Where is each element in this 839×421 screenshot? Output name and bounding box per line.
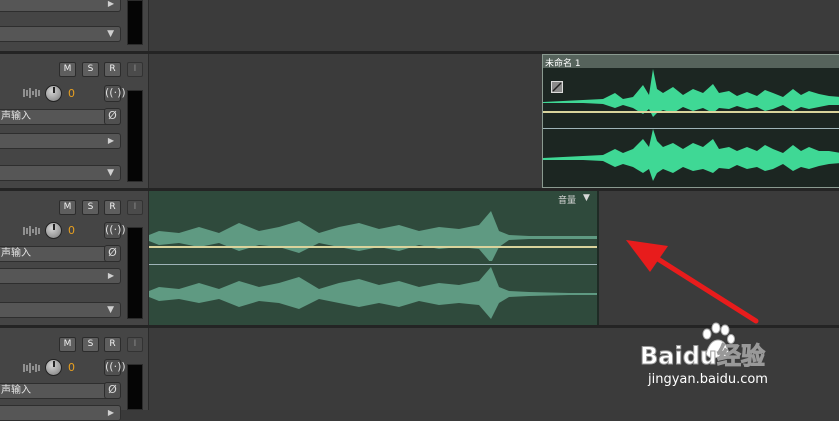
solo-button[interactable]: S (82, 200, 99, 215)
track-0-lane[interactable] (149, 0, 839, 51)
track-0-bus-select[interactable]: ▼ (0, 26, 121, 42)
waveform-channel-right (149, 267, 597, 319)
track-2-output-select[interactable]: ▶ (0, 268, 121, 284)
track-1-header: M S R I 0 ((·)) 声输入▶ Ø ▶ ▼ (0, 54, 149, 188)
play-arrow-icon: ▶ (107, 136, 114, 145)
input-label: 声输入 (1, 111, 31, 122)
track-1: M S R I 0 ((·)) 声输入▶ Ø ▶ ▼ 未命名 1 (0, 54, 839, 188)
volume-icon (23, 88, 40, 98)
track-1-input-select[interactable]: 声输入▶ (0, 109, 121, 125)
record-button[interactable]: R (104, 62, 121, 77)
track-0-output-select[interactable]: ▶ (0, 0, 121, 12)
volume-icon (23, 226, 40, 236)
mute-button[interactable]: M (59, 200, 76, 215)
volume-value[interactable]: 0 (68, 361, 75, 374)
record-button[interactable]: R (104, 337, 121, 352)
track-1-level-meter (127, 90, 143, 182)
mute-button[interactable]: M (59, 62, 76, 77)
track-2-bus-select[interactable]: ▼ (0, 302, 121, 318)
play-arrow-icon: ▶ (107, 0, 114, 8)
volume-knob[interactable] (45, 85, 62, 102)
record-button[interactable]: R (104, 200, 121, 215)
track-2-header: M S R I 0 ((·)) 声输入▶ Ø ▶ ▼ (0, 191, 149, 325)
track-2-input-select[interactable]: 声输入▶ (0, 246, 121, 262)
watermark-brand: Baidu经验 (640, 342, 766, 371)
input-label: 声输入 (1, 248, 31, 259)
input-monitor-button[interactable]: I (127, 200, 143, 215)
volume-value[interactable]: 0 (68, 224, 75, 237)
waveform-channel-right (543, 129, 839, 181)
track-3-level-meter (127, 364, 143, 410)
input-monitor-button[interactable]: I (127, 337, 143, 352)
waveform-channel-left (543, 69, 839, 117)
solo-button[interactable]: S (82, 62, 99, 77)
track-1-lane[interactable]: 未命名 1 (149, 54, 839, 188)
track-3-input-select[interactable]: 声输入▶ (0, 383, 121, 399)
phase-invert-icon[interactable]: Ø (104, 245, 121, 262)
phase-invert-icon[interactable]: Ø (104, 108, 121, 125)
chevron-down-icon: ▼ (107, 168, 114, 178)
audio-clip[interactable]: 音量 ▼ (149, 191, 599, 325)
solo-button[interactable]: S (82, 337, 99, 352)
input-monitor-button[interactable]: I (127, 62, 143, 77)
track-2-level-meter (127, 227, 143, 319)
input-label: 声输入 (1, 385, 31, 396)
waveform-channel-left (149, 211, 597, 261)
watermark: Baidu经验 jingyan.baidu.com (640, 322, 820, 392)
track-3-header: M S R I 0 ((·)) 声输入▶ Ø ▶ (0, 328, 149, 421)
track-1-output-select[interactable]: ▶ (0, 133, 121, 149)
stereo-icon[interactable]: ((·)) (104, 222, 126, 239)
stereo-icon[interactable]: ((·)) (104, 85, 126, 102)
annotation-arrow-icon (626, 240, 759, 324)
chevron-down-icon[interactable]: ▼ (583, 193, 590, 203)
volume-envelope[interactable] (543, 111, 839, 113)
audio-clip-selected[interactable]: 未命名 1 (542, 54, 839, 188)
phase-invert-icon[interactable]: Ø (104, 382, 121, 399)
stereo-icon[interactable]: ((·)) (104, 359, 126, 376)
track-0: ▶ ▼ (0, 0, 839, 51)
pan-envelope[interactable] (149, 264, 597, 265)
chevron-down-icon: ▼ (107, 29, 114, 39)
watermark-url: jingyan.baidu.com (648, 372, 768, 387)
volume-icon (23, 363, 40, 373)
volume-knob[interactable] (45, 222, 62, 239)
track-3-output-select[interactable]: ▶ (0, 405, 121, 421)
volume-knob[interactable] (45, 359, 62, 376)
play-arrow-icon: ▶ (107, 271, 114, 280)
volume-value[interactable]: 0 (68, 87, 75, 100)
chevron-down-icon: ▼ (107, 305, 114, 315)
clip-param-label[interactable]: 音量 (558, 193, 576, 206)
track-0-header: ▶ ▼ (0, 0, 149, 51)
play-arrow-icon: ▶ (107, 408, 114, 417)
track-0-level-meter (127, 0, 143, 45)
track-1-bus-select[interactable]: ▼ (0, 165, 121, 181)
mute-button[interactable]: M (59, 337, 76, 352)
volume-envelope[interactable] (149, 246, 597, 248)
